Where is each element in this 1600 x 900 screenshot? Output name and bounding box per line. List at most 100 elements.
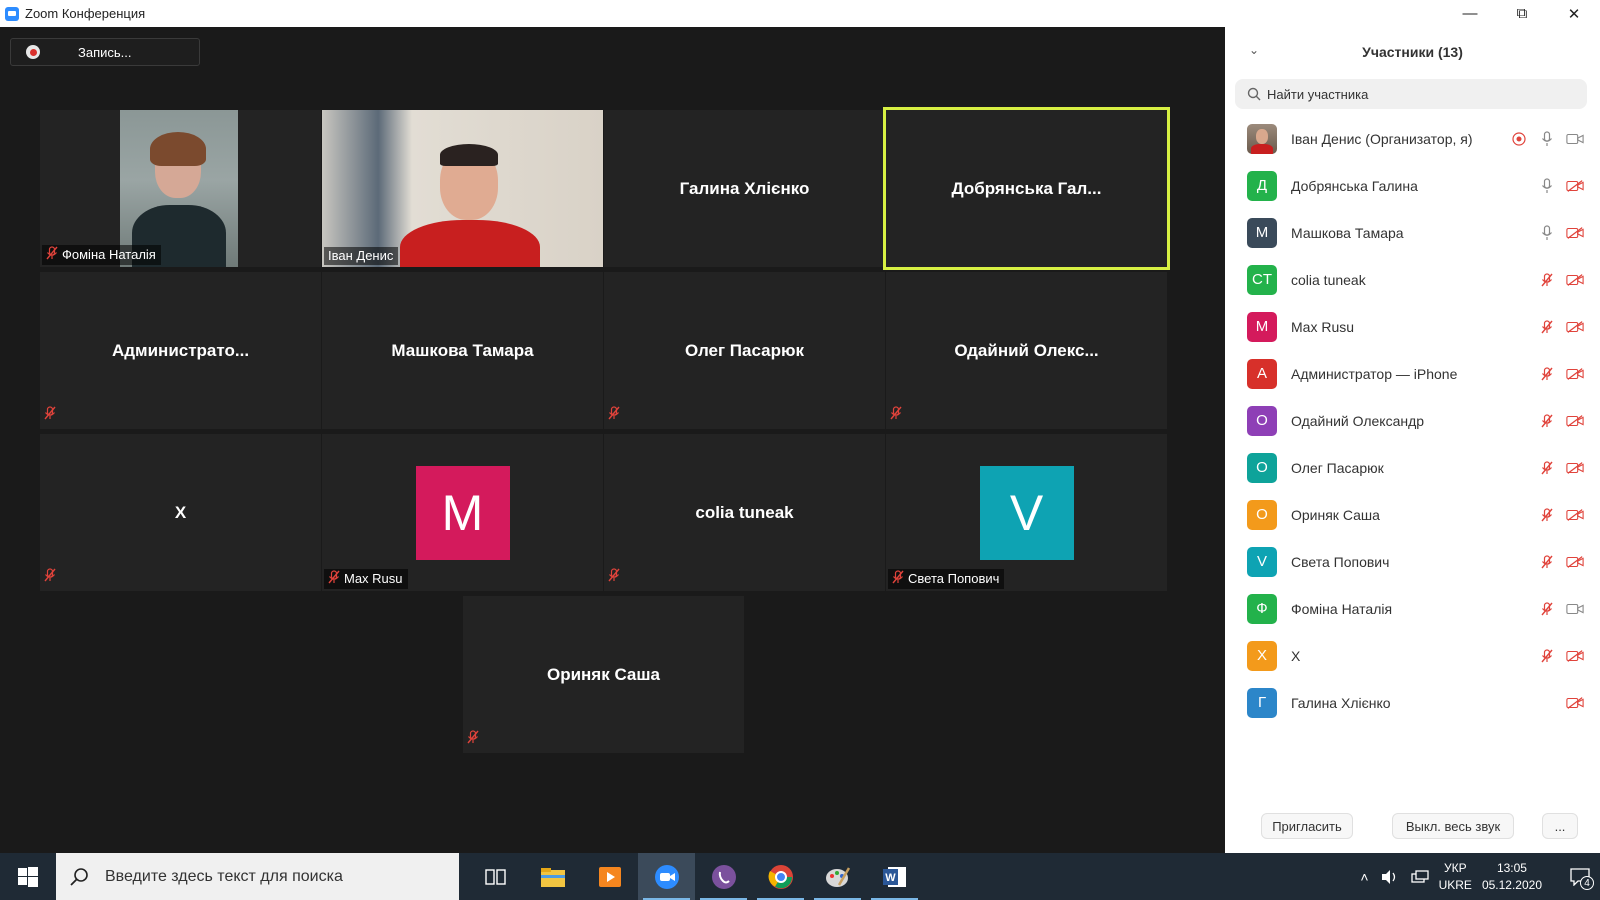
- video-tile[interactable]: V Света Попович: [886, 434, 1167, 591]
- participant-row[interactable]: Іван Денис (Организатор, я): [1225, 115, 1600, 162]
- mic-muted-icon[interactable]: [1538, 647, 1556, 665]
- collapse-chevron-icon[interactable]: ⌄: [1249, 43, 1259, 57]
- participant-avatar: M: [1247, 311, 1277, 342]
- participant-search[interactable]: [1235, 79, 1587, 109]
- video-tile[interactable]: Машкова Тамара: [322, 272, 603, 429]
- camera-icon[interactable]: [1566, 600, 1584, 618]
- clock[interactable]: 13:05 05.12.2020: [1482, 860, 1542, 894]
- camera-off-icon[interactable]: [1566, 271, 1584, 289]
- mic-muted-icon[interactable]: [1538, 553, 1556, 571]
- network-icon[interactable]: [1410, 869, 1429, 885]
- mic-muted-icon: [890, 406, 902, 425]
- restore-button[interactable]: ⧉: [1496, 0, 1548, 27]
- participant-row[interactable]: O Одайний Олександр: [1225, 397, 1600, 444]
- mic-muted-icon[interactable]: [1538, 600, 1556, 618]
- participant-row[interactable]: Г Галина Хлієнко: [1225, 679, 1600, 726]
- participant-search-input[interactable]: [1267, 86, 1567, 102]
- mic-muted-icon[interactable]: [1538, 318, 1556, 336]
- recording-label: Запись...: [78, 44, 132, 60]
- participant-avatar: O: [1247, 452, 1277, 483]
- participant-avatar: X: [1247, 640, 1277, 671]
- video-tile[interactable]: X: [40, 434, 321, 591]
- participant-name: Машкова Тамара: [1291, 224, 1404, 241]
- file-explorer-icon[interactable]: [524, 853, 581, 900]
- mic-muted-icon: [328, 570, 340, 587]
- viber-icon[interactable]: [695, 853, 752, 900]
- participant-row[interactable]: CT colia tuneak: [1225, 256, 1600, 303]
- video-tile[interactable]: M Max Rusu: [322, 434, 603, 591]
- participant-row[interactable]: Д Добрянська Галина: [1225, 162, 1600, 209]
- participant-row[interactable]: O Олег Пасарюк: [1225, 444, 1600, 491]
- camera-off-icon[interactable]: [1566, 459, 1584, 477]
- camera-off-icon[interactable]: [1566, 506, 1584, 524]
- mic-muted-icon[interactable]: [1538, 459, 1556, 477]
- recording-indicator[interactable]: Запись...: [10, 38, 200, 66]
- language-indicator[interactable]: УКР UKRE: [1439, 860, 1472, 894]
- windows-logo-icon: [18, 866, 38, 887]
- participant-photo-avatar: [1247, 123, 1277, 154]
- video-tile[interactable]: Администрато...: [40, 272, 321, 429]
- camera-off-icon[interactable]: [1566, 412, 1584, 430]
- video-tile[interactable]: Добрянська Гал...: [883, 107, 1170, 270]
- search-icon: [1247, 87, 1261, 101]
- participant-avatar: M: [415, 465, 510, 560]
- participants-panel: ⌄ Участники (13) Іван Денис (Организатор…: [1225, 27, 1600, 853]
- video-tile[interactable]: Фоміна Наталія: [40, 110, 321, 267]
- mic-muted-icon[interactable]: [1538, 271, 1556, 289]
- notification-center-icon[interactable]: 4: [1560, 853, 1600, 900]
- mic-icon[interactable]: [1538, 130, 1556, 148]
- video-tile[interactable]: Галина Хлієнко: [604, 110, 885, 267]
- camera-off-icon[interactable]: [1566, 647, 1584, 665]
- tile-name: colia tuneak: [695, 502, 794, 522]
- zoom-taskbar-icon[interactable]: [638, 853, 695, 900]
- participant-row[interactable]: XX: [1225, 632, 1600, 679]
- mic-icon[interactable]: [1538, 224, 1556, 242]
- camera-off-icon[interactable]: [1566, 365, 1584, 383]
- tile-name: Ориняк Саша: [546, 664, 661, 684]
- mute-all-button[interactable]: Выкл. весь звук: [1392, 813, 1514, 839]
- participant-name: Max Rusu: [1291, 318, 1355, 335]
- participant-name: Света Попович: [1291, 553, 1390, 570]
- participant-row[interactable]: M Max Rusu: [1225, 303, 1600, 350]
- participant-name: Ориняк Саша: [1291, 506, 1380, 523]
- mic-muted-icon[interactable]: [1538, 365, 1556, 383]
- clock-time: 13:05: [1496, 860, 1527, 875]
- camera-icon[interactable]: [1566, 130, 1584, 148]
- mic-muted-icon: [44, 568, 56, 587]
- video-tile[interactable]: Одайний Олекс...: [886, 272, 1167, 429]
- mic-muted-icon[interactable]: [1538, 506, 1556, 524]
- camera-off-icon[interactable]: [1566, 318, 1584, 336]
- participant-row[interactable]: Ф Фоміна Наталія: [1225, 585, 1600, 632]
- close-button[interactable]: ✕: [1548, 0, 1600, 27]
- tray-chevron-icon[interactable]: ˄: [1360, 869, 1368, 885]
- camera-off-icon[interactable]: [1566, 694, 1584, 712]
- svg-text:W: W: [885, 872, 896, 884]
- word-icon[interactable]: W: [866, 853, 923, 900]
- task-view-icon[interactable]: [467, 853, 524, 900]
- taskbar-search[interactable]: Введите здесь текст для поиска: [56, 853, 459, 900]
- start-button[interactable]: [0, 853, 56, 900]
- volume-icon[interactable]: [1381, 869, 1399, 885]
- participant-avatar: O: [1247, 499, 1277, 530]
- participant-row[interactable]: M Машкова Тамара: [1225, 209, 1600, 256]
- participant-row[interactable]: V Света Попович: [1225, 538, 1600, 585]
- mic-icon[interactable]: [1538, 177, 1556, 195]
- tile-name: Машкова Тамара: [391, 340, 534, 360]
- participant-row[interactable]: A Администратор — iPhone: [1225, 350, 1600, 397]
- camera-off-icon[interactable]: [1566, 224, 1584, 242]
- mic-muted-icon[interactable]: [1538, 412, 1556, 430]
- camera-off-icon[interactable]: [1566, 553, 1584, 571]
- video-tile[interactable]: Ориняк Саша: [463, 596, 744, 753]
- video-tile[interactable]: Олег Пасарюк: [604, 272, 885, 429]
- minimize-button[interactable]: —: [1444, 0, 1496, 27]
- video-tile[interactable]: Іван Денис: [322, 110, 603, 267]
- paint-icon[interactable]: [809, 853, 866, 900]
- camera-off-icon[interactable]: [1566, 177, 1584, 195]
- windows-taskbar: Введите здесь текст для поиска W ˄ УКР U…: [0, 853, 1600, 900]
- participant-row[interactable]: O Ориняк Саша: [1225, 491, 1600, 538]
- invite-button[interactable]: Пригласить: [1261, 813, 1353, 839]
- chrome-icon[interactable]: [752, 853, 809, 900]
- video-tile[interactable]: colia tuneak: [604, 434, 885, 591]
- more-button[interactable]: ...: [1542, 813, 1578, 839]
- media-player-icon[interactable]: [581, 853, 638, 900]
